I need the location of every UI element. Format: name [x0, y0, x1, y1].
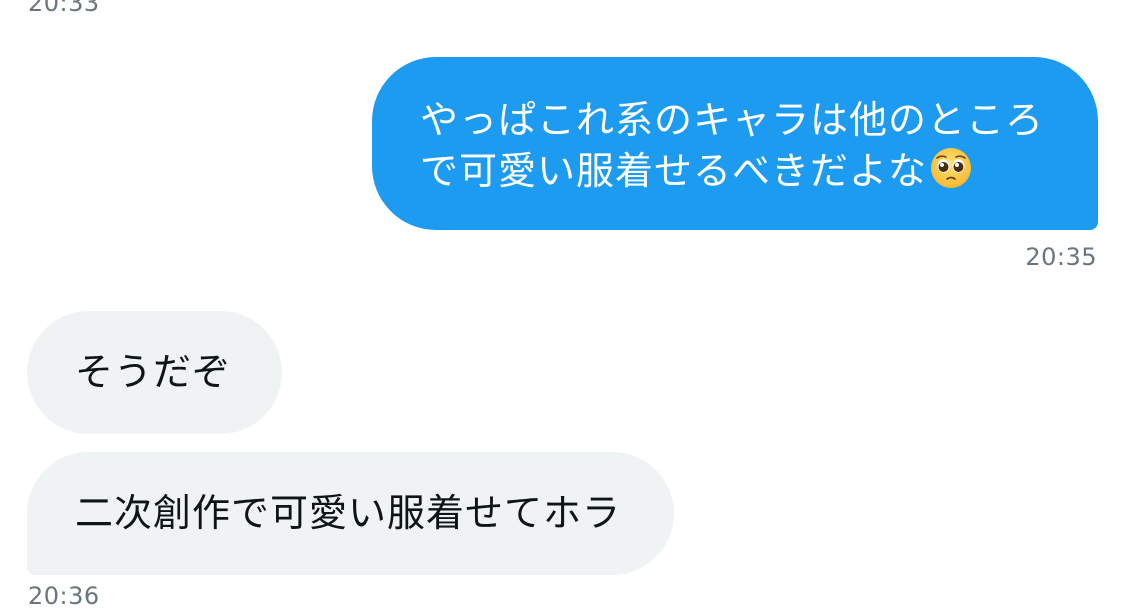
received-message-text: 二次創作で可愛い服着せてホラ	[75, 491, 622, 535]
received-message-bubble[interactable]: 二次創作で可愛い服着せてホラ	[27, 452, 674, 575]
sent-message-bubble[interactable]: やっぱこれ系のキャラは他のところ で可愛い服着せるべきだよな	[372, 57, 1098, 230]
pleading-face-emoji-icon	[929, 146, 973, 190]
received-message-bubble[interactable]: そうだぞ	[27, 311, 282, 434]
message-timestamp: 20:35	[1025, 243, 1097, 271]
received-message-text: そうだぞ	[75, 350, 232, 394]
message-timestamp: 20:33	[28, 0, 100, 17]
message-timestamp: 20:36	[28, 582, 100, 610]
